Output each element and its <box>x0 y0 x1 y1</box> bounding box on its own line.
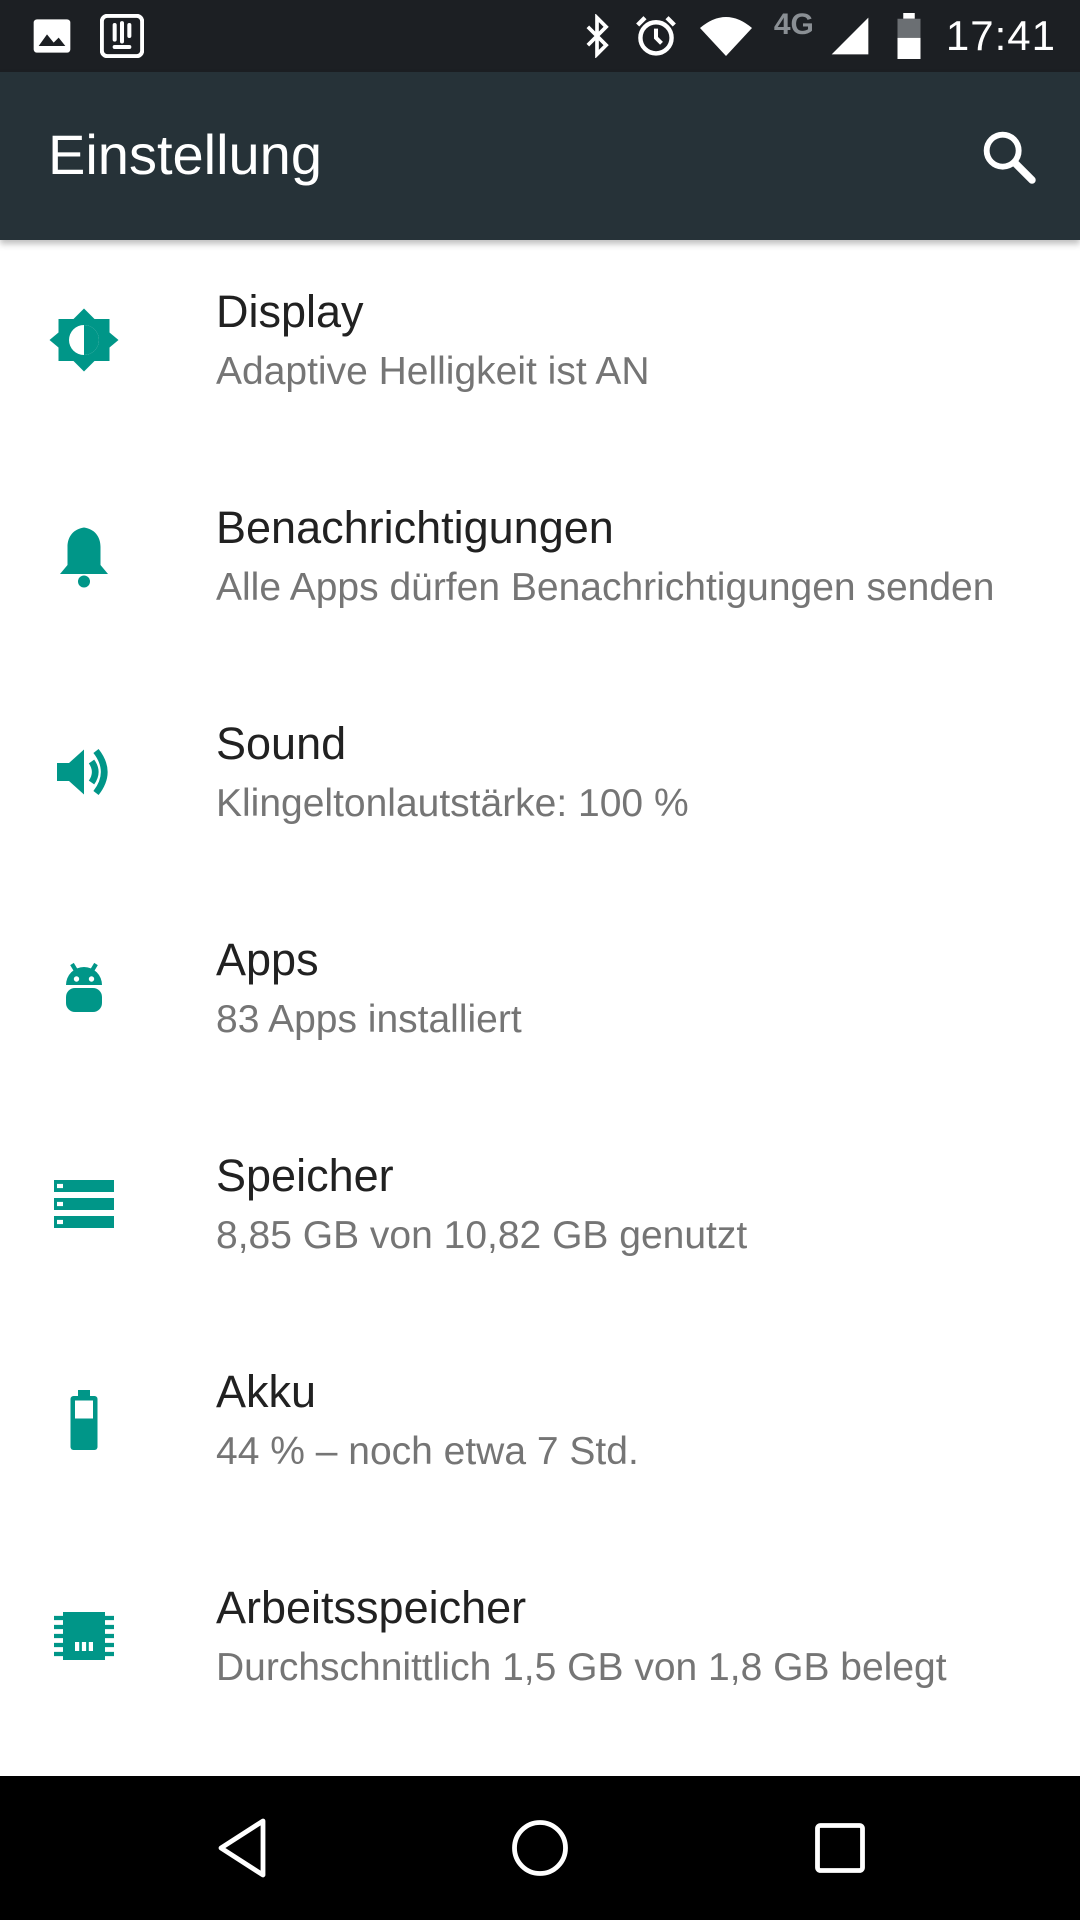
home-button[interactable] <box>504 1812 576 1884</box>
home-icon <box>504 1820 576 1888</box>
setting-title: Benachrichtigungen <box>216 502 614 553</box>
setting-subtitle: Adaptive Helligkeit ist AN <box>216 350 650 393</box>
bell-icon <box>48 520 120 592</box>
settings-list: Display Adaptive Helligkeit ist AN Benac… <box>0 240 1080 1752</box>
setting-notifications[interactable]: Benachrichtigungen Alle Apps dürfen Bena… <box>0 456 1080 672</box>
network-type: 4G <box>773 8 814 41</box>
image-icon <box>32 16 72 61</box>
setting-title: Display <box>216 286 364 337</box>
setting-display[interactable]: Display Adaptive Helligkeit ist AN <box>0 240 1080 456</box>
android-icon <box>48 952 120 1024</box>
setting-battery[interactable]: Akku 44 % – noch etwa 7 Std. <box>0 1320 1080 1536</box>
back-icon <box>206 1818 278 1888</box>
search-icon <box>976 131 1040 192</box>
status-time: 17:41 <box>945 12 1056 59</box>
setting-apps[interactable]: Apps 83 Apps installiert <box>0 888 1080 1104</box>
setting-memory[interactable]: Arbeitsspeicher Durchschnittlich 1,5 GB … <box>0 1536 1080 1752</box>
alarm-icon <box>634 14 678 58</box>
setting-subtitle: Alle Apps dürfen Benachrichtigungen send… <box>216 566 995 609</box>
memory-icon <box>48 1600 120 1672</box>
setting-title: Apps <box>216 934 319 985</box>
setting-title: Sound <box>216 718 347 769</box>
status-notifications <box>32 13 145 63</box>
setting-subtitle: 8,85 GB von 10,82 GB genutzt <box>216 1214 748 1257</box>
battery-icon <box>48 1384 120 1456</box>
search-button[interactable] <box>976 124 1040 188</box>
app-bar: Einstellung <box>0 72 1080 240</box>
setting-subtitle: 83 Apps installiert <box>216 998 522 1041</box>
setting-title: Arbeitsspeicher <box>216 1582 527 1633</box>
back-button[interactable] <box>206 1812 278 1884</box>
volume-icon <box>48 736 120 808</box>
setting-title: Akku <box>216 1366 317 1417</box>
setting-subtitle: Klingeltonlautstärke: 100 % <box>216 782 689 825</box>
status-bar: 4G 17:41 <box>0 0 1080 72</box>
status-system-icons: 4G 17:41 <box>582 0 1056 72</box>
recents-icon <box>804 1823 876 1888</box>
recents-button[interactable] <box>804 1812 876 1884</box>
storage-icon <box>48 1168 120 1240</box>
page-title: Einstellung <box>48 123 322 186</box>
navigation-bar <box>0 1776 1080 1920</box>
clipboard-icon <box>99 13 145 63</box>
setting-subtitle: 44 % – noch etwa 7 Std. <box>216 1430 639 1473</box>
setting-sound[interactable]: Sound Klingeltonlautstärke: 100 % <box>0 672 1080 888</box>
bluetooth-icon <box>582 14 612 58</box>
battery-icon <box>894 13 924 59</box>
setting-subtitle: Durchschnittlich 1,5 GB von 1,8 GB beleg… <box>216 1646 947 1689</box>
brightness-icon <box>48 304 120 376</box>
setting-storage[interactable]: Speicher 8,85 GB von 10,82 GB genutzt <box>0 1104 1080 1320</box>
setting-title: Speicher <box>216 1150 394 1201</box>
cell-signal-icon <box>828 14 872 58</box>
wifi-icon <box>699 14 752 58</box>
